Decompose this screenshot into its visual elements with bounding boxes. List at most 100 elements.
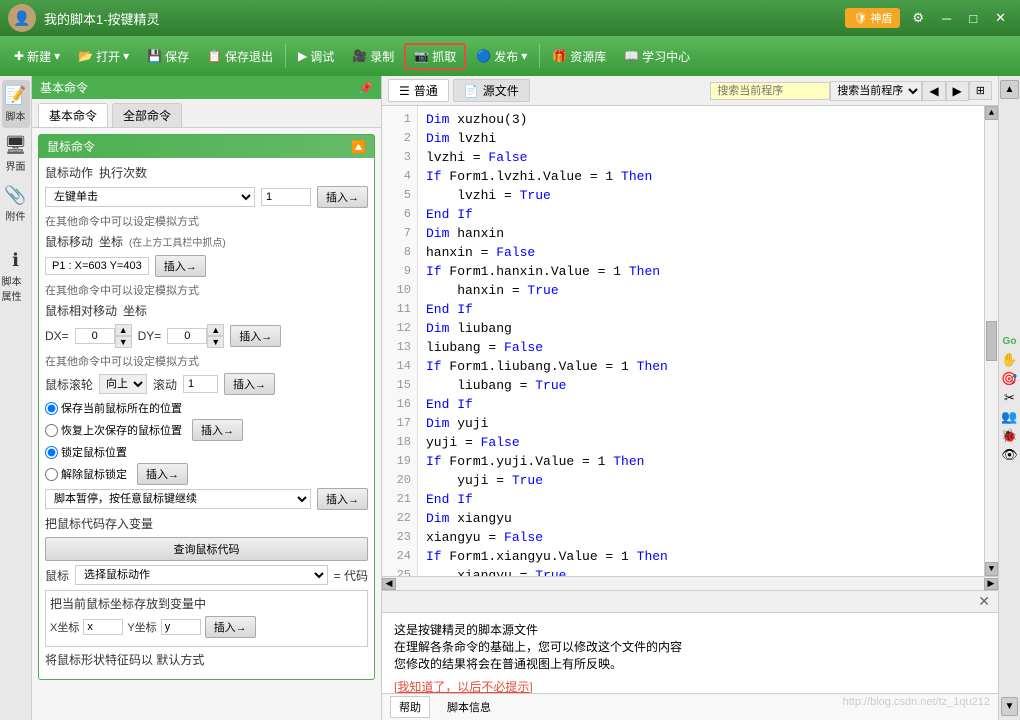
scroll-up-button[interactable]: ▲ [985, 106, 998, 120]
help-dismiss-link[interactable]: [我知道了，以后不必提示] [394, 680, 533, 693]
save-exit-button[interactable]: 📋 保存退出 [199, 45, 281, 68]
sidebar-item-attach[interactable]: 📎 附件 [2, 180, 30, 228]
watermark: http://blog.csdn.net/tz_1qu212 [843, 696, 990, 718]
insert-rel-move-button[interactable]: 插入→ [230, 325, 281, 347]
normal-tab-icon: ☰ [399, 84, 410, 98]
help-tab-script-info[interactable]: 脚本信息 [438, 696, 500, 718]
study-button[interactable]: 📖 学习中心 [616, 45, 698, 68]
dy-down-button[interactable]: ▼ [207, 336, 224, 348]
save-button[interactable]: 💾 保存 [139, 45, 197, 68]
help-close-button[interactable]: ✕ [978, 593, 990, 610]
toolbar: ✚ 新建 ▾ 📂 打开 ▾ 💾 保存 📋 保存退出 ▶ 调试 🎥 录制 📷 抓取… [0, 36, 1020, 76]
dy-up-button[interactable]: ▲ [207, 324, 224, 336]
main-layout: 📝 脚本 🖥 界面 📎 附件 ℹ 脚本属性 基本命令 📌 基本命令 全部命令 [0, 76, 1020, 720]
insert-mouse-move-button[interactable]: 插入→ [155, 255, 206, 277]
hscroll-left-button[interactable]: ◀ [382, 578, 396, 590]
panel-header: 基本命令 📌 [32, 76, 381, 99]
code-scrollbar[interactable]: ▲ ▼ [984, 106, 998, 576]
dx-input[interactable] [75, 328, 115, 344]
code-area: 12345678910 11121314151617181920 2122232… [382, 106, 998, 576]
tab-all[interactable]: 全部命令 [112, 103, 182, 127]
restore-pos-radio[interactable]: 恢复上次保存的鼠标位置 [45, 422, 182, 438]
close-button[interactable]: ✕ [989, 8, 1012, 28]
next-result-button[interactable]: ▶ [946, 81, 969, 101]
dx-up-button[interactable]: ▲ [115, 324, 132, 336]
mouse-action-select[interactable]: 左键单击 [45, 187, 255, 207]
scroll-times-input[interactable] [183, 375, 218, 393]
insert-pos-var-button[interactable]: 插入→ [205, 616, 256, 638]
new-button[interactable]: ✚ 新建 ▾ [6, 45, 68, 68]
save-icon: 💾 [147, 49, 162, 63]
scroll-thumb[interactable] [986, 321, 997, 361]
dx-down-button[interactable]: ▼ [115, 336, 132, 348]
minimize-button[interactable]: ─ [936, 9, 957, 28]
code-hscrollbar[interactable]: ◀ ▶ [382, 576, 998, 590]
tab-normal[interactable]: ☰ 普通 [388, 79, 449, 102]
target-icon[interactable]: 🎯 [1001, 371, 1017, 387]
capture-icon: 📷 [414, 49, 429, 63]
query-button[interactable]: 查询鼠标代码 [45, 537, 368, 561]
save-pos-radio[interactable]: 保存当前鼠标所在的位置 [45, 400, 182, 416]
capture-button[interactable]: 📷 抓取 [404, 43, 466, 70]
search-input[interactable] [710, 82, 830, 100]
maximize-button[interactable]: □ [963, 9, 983, 28]
tab-basic[interactable]: 基本命令 [38, 103, 108, 127]
mouse-action-select2[interactable]: 选择鼠标动作 [75, 565, 328, 585]
users-icon[interactable]: 👥 [1001, 409, 1017, 425]
dy-spinbox: ▲ ▼ [167, 324, 224, 348]
right-panel: ☰ 普通 📄 源文件 搜索当前程序 ◀ ▶ ⊞ 12345678910 1112 [382, 76, 998, 720]
open-button[interactable]: 📂 打开 ▾ [70, 45, 137, 68]
publish-button[interactable]: 🔵 发布 ▾ [468, 45, 535, 68]
settings-button[interactable]: ⚙ [906, 8, 930, 28]
prev-result-button[interactable]: ◀ [922, 81, 945, 101]
y-var-input[interactable] [161, 619, 201, 635]
mouse-scroll-row: 鼠标滚轮 向上 滚动 插入→ [45, 373, 368, 395]
insert-pos-button[interactable]: 插入→ [192, 419, 243, 441]
sidebar-item-props[interactable]: ℹ 脚本属性 [2, 252, 30, 300]
mouse-action-row: 鼠标动作 执行次数 [45, 164, 368, 181]
code-search: 搜索当前程序 ◀ ▶ ⊞ [710, 81, 992, 101]
dy-input[interactable] [167, 328, 207, 344]
pin-icon[interactable]: 📌 [358, 81, 373, 95]
mouse-section-header: 鼠标命令 🔼 [39, 135, 374, 158]
collapse-icon[interactable]: 🔼 [351, 140, 366, 154]
title-controls: 🛡 神盾 ⚙ ─ □ ✕ [845, 8, 1012, 28]
scroll-bar-thumb[interactable]: ▲ [1000, 80, 1019, 99]
help-tab-help[interactable]: 帮助 [390, 696, 430, 718]
sidebar-item-script[interactable]: 📝 脚本 [2, 80, 30, 128]
times-input[interactable] [261, 188, 311, 206]
insert-lock-button[interactable]: 插入→ [137, 463, 188, 485]
hscroll-right-button[interactable]: ▶ [984, 578, 998, 590]
insert-pause-button[interactable]: 插入→ [317, 488, 368, 510]
insert-mouse-action-button[interactable]: 插入→ [317, 186, 368, 208]
panel-content: 鼠标命令 🔼 鼠标动作 执行次数 左键单击 插入→ [32, 128, 381, 720]
scroll-bar-down[interactable]: ▼ [1001, 697, 1019, 716]
resource-button[interactable]: 🎁 资源库 [544, 45, 614, 68]
curr-pos-box: 把当前鼠标坐标存放到变量中 X坐标 Y坐标 插入→ [45, 590, 368, 647]
dx-spinbox: ▲ ▼ [75, 324, 132, 348]
grid-view-button[interactable]: ⊞ [969, 81, 992, 100]
debug-icon: ▶ [298, 49, 307, 63]
tab-source[interactable]: 📄 源文件 [453, 79, 530, 102]
record-button[interactable]: 🎥 录制 [344, 45, 402, 68]
scroll-dir-select[interactable]: 向上 [99, 374, 147, 394]
scroll-down-button[interactable]: ▼ [985, 562, 998, 576]
search-type-select[interactable]: 搜索当前程序 [830, 81, 922, 101]
go-button[interactable]: Go [1001, 334, 1019, 349]
line-numbers: 12345678910 11121314151617181920 2122232… [382, 106, 418, 576]
toolbar-sep-2 [539, 44, 540, 68]
code-content[interactable]: Dim xuzhou(3) Dim lvzhi lvzhi = False If… [418, 106, 984, 576]
eye-icon[interactable]: 👁 [1001, 447, 1018, 463]
open-dropdown-icon: ▾ [123, 49, 129, 63]
lock-radio[interactable]: 锁定鼠标位置 [45, 444, 127, 460]
x-var-input[interactable] [83, 619, 123, 635]
scissors-icon[interactable]: ✂ [1004, 390, 1015, 406]
unlock-radio[interactable]: 解除鼠标锁定 [45, 466, 127, 482]
coord-display: P1 : X=603 Y=403 [45, 257, 149, 275]
debug-button[interactable]: ▶ 调试 [290, 45, 342, 68]
pause-select[interactable]: 脚本暂停，按任意鼠标键继续 [45, 489, 311, 509]
insert-scroll-button[interactable]: 插入→ [224, 373, 275, 395]
hand-icon[interactable]: ✋ [1001, 352, 1017, 368]
sidebar-item-interface[interactable]: 🖥 界面 [2, 130, 30, 178]
bug-icon[interactable]: 🐞 [1001, 428, 1017, 444]
